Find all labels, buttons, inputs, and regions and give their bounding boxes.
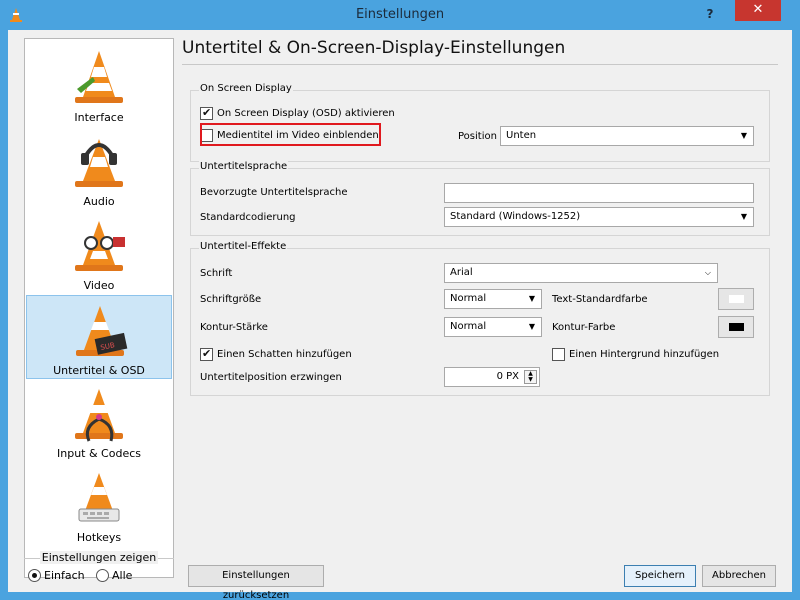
- chevron-down-icon: ▼: [740, 131, 747, 140]
- checkbox-indicator[interactable]: [552, 348, 565, 361]
- save-button[interactable]: Speichern: [624, 565, 696, 587]
- encoding-select[interactable]: Standard (Windows-1252) ▼: [444, 207, 754, 227]
- font-size-label: Schriftgröße: [200, 294, 262, 305]
- checkbox-indicator[interactable]: [200, 347, 213, 361]
- outline-select[interactable]: Normal ▼: [444, 317, 542, 337]
- sidebar-item-subtitles-osd[interactable]: SUB Untertitel & OSD: [26, 295, 172, 379]
- text-color-swatch: [729, 295, 744, 303]
- title-divider: [182, 64, 778, 65]
- outline-color-swatch: [729, 323, 744, 331]
- text-color-label: Text-Standardfarbe: [552, 294, 648, 305]
- text-color-button[interactable]: [718, 288, 754, 310]
- dialog-client: Interface Audio Video SUB Untertitel & O…: [8, 30, 792, 600]
- font-size-value: Normal: [450, 293, 487, 304]
- font-value: Arial: [450, 267, 473, 278]
- checkbox-indicator[interactable]: [200, 106, 213, 120]
- subtitle-language-group-title: Untertitelsprache: [199, 161, 289, 172]
- shadow-checkbox[interactable]: Einen Schatten hinzufügen: [200, 347, 352, 361]
- cone-interface-icon: [75, 51, 123, 103]
- osd-enable-label: On Screen Display (OSD) aktivieren: [217, 108, 395, 119]
- sidebar-item-audio[interactable]: Audio: [26, 127, 172, 211]
- subtitle-effects-group-title: Untertitel-Effekte: [199, 241, 288, 252]
- radio-simple-label: Einfach: [44, 568, 85, 582]
- sidebar-item-input-codecs[interactable]: Input & Codecs: [26, 379, 172, 463]
- force-position-spinbox[interactable]: 0 PX ▲ ▼: [444, 367, 540, 387]
- help-button[interactable]: ?: [700, 4, 720, 24]
- radio-simple[interactable]: Einfach: [28, 568, 85, 582]
- sidebar-item-hotkeys[interactable]: Hotkeys: [26, 463, 172, 547]
- radio-all[interactable]: Alle: [96, 568, 132, 582]
- cone-cable-icon: [75, 389, 123, 442]
- background-checkbox[interactable]: Einen Hintergrund hinzufügen: [552, 348, 719, 361]
- show-settings-legend: Einstellungen zeigen: [39, 551, 159, 564]
- highlight-box: [200, 123, 381, 146]
- cone-headphones-icon: [75, 139, 123, 187]
- chevron-down-icon: ▼: [528, 294, 535, 303]
- sidebar-item-label: Audio: [83, 195, 115, 208]
- position-label: Position: [458, 131, 497, 142]
- background-label: Einen Hintergrund hinzufügen: [569, 349, 720, 360]
- chevron-down-icon: ▼: [528, 322, 535, 331]
- sidebar-item-label: Hotkeys: [76, 531, 122, 544]
- font-select[interactable]: Arial ⌵: [444, 263, 718, 283]
- sidebar-item-video[interactable]: Video: [26, 211, 172, 295]
- position-value: Unten: [506, 130, 537, 141]
- show-settings-group: Einstellungen zeigen Einfach Alle: [24, 551, 174, 591]
- cone-subtitles-icon: SUB: [76, 306, 128, 356]
- sidebar-item-label: Video: [83, 279, 115, 292]
- sidebar-item-label: Input & Codecs: [57, 447, 141, 460]
- sidebar-item-label: Interface: [74, 111, 124, 124]
- spin-arrows-icon[interactable]: ▲ ▼: [524, 370, 537, 384]
- sidebar-item-label: Untertitel & OSD: [53, 364, 145, 377]
- chevron-down-icon: ▼: [740, 212, 747, 221]
- force-position-label: Untertitelposition erzwingen: [200, 372, 342, 383]
- osd-group-title: On Screen Display: [199, 83, 293, 94]
- close-button[interactable]: ✕: [735, 0, 781, 21]
- radio-indicator[interactable]: [28, 568, 41, 582]
- osd-enable-checkbox[interactable]: On Screen Display (OSD) aktivieren: [200, 106, 395, 120]
- force-position-value: 0 PX: [496, 371, 519, 382]
- reset-settings-button[interactable]: Einstellungen zurücksetzen: [188, 565, 324, 600]
- outline-color-button[interactable]: [718, 316, 754, 338]
- outline-color-label: Kontur-Farbe: [552, 322, 616, 333]
- outline-label: Kontur-Stärke: [200, 322, 268, 333]
- preferred-language-input[interactable]: [444, 183, 754, 203]
- chevron-down-icon: ⌵: [704, 268, 711, 277]
- position-select[interactable]: Unten ▼: [500, 126, 754, 146]
- category-sidebar: Interface Audio Video SUB Untertitel & O…: [24, 38, 174, 578]
- outline-value: Normal: [450, 321, 487, 332]
- sidebar-item-interface[interactable]: Interface: [26, 43, 172, 127]
- shadow-label: Einen Schatten hinzufügen: [217, 349, 352, 360]
- cone-glasses-icon: [75, 221, 125, 271]
- cancel-button[interactable]: Abbrechen: [702, 565, 776, 587]
- encoding-value: Standard (Windows-1252): [450, 211, 581, 222]
- preferred-language-label: Bevorzugte Untertitelsprache: [200, 187, 348, 198]
- window-title: Einstellungen: [355, 7, 445, 22]
- cone-keyboard-icon: [78, 473, 120, 522]
- font-label: Schrift: [200, 268, 233, 279]
- font-size-select[interactable]: Normal ▼: [444, 289, 542, 309]
- title-bar: Einstellungen ? ✕: [0, 0, 800, 30]
- encoding-label: Standardcodierung: [200, 212, 296, 223]
- radio-all-label: Alle: [112, 568, 133, 582]
- page-title: Untertitel & On-Screen-Display-Einstellu…: [182, 38, 566, 58]
- window-frame: Einstellungen ? ✕ Interface Audio Video …: [0, 0, 800, 600]
- radio-indicator[interactable]: [96, 568, 109, 582]
